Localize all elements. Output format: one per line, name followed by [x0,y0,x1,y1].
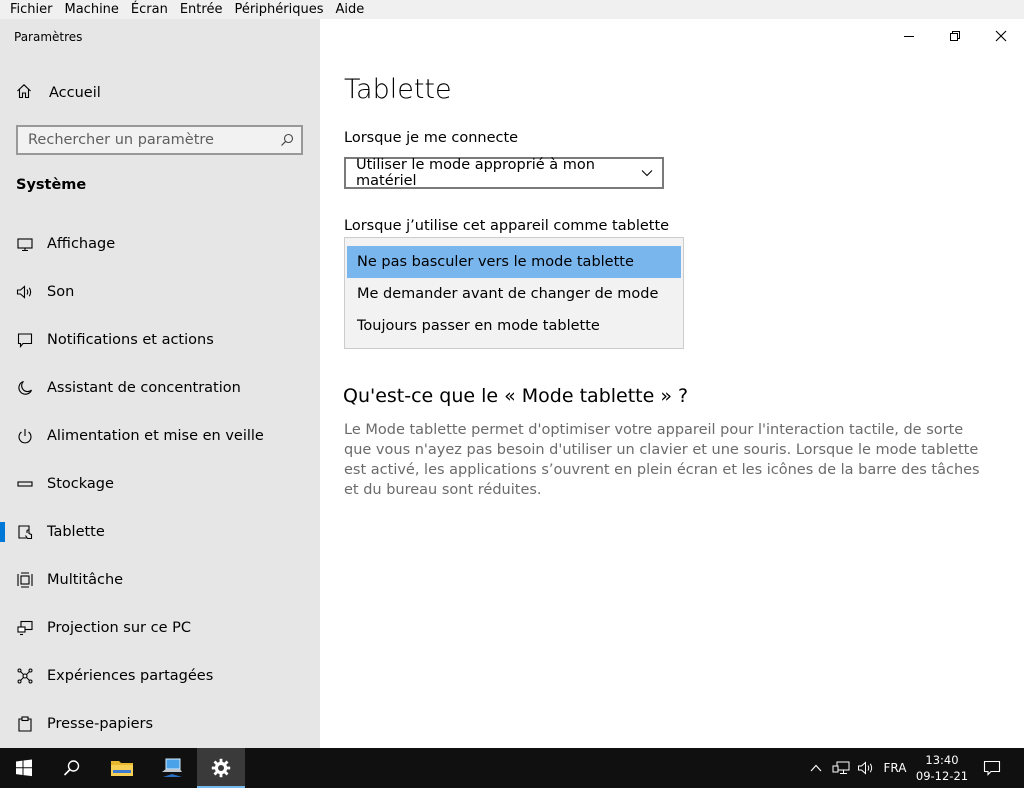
monitor-icon [16,235,34,253]
app-title: Paramètres [14,30,83,44]
settings-nav: Affichage Son Notifications et actions A… [0,220,320,748]
close-button[interactable] [978,19,1024,53]
sidebar-item-alimentation[interactable]: Alimentation et mise en veille [0,412,320,460]
signin-mode-value: Utiliser le mode approprié à mon matérie… [356,157,595,189]
sidebar-item-label: Projection sur ce PC [47,620,191,636]
page-title: Tablette [344,74,452,105]
clock-time: 13:40 [925,753,959,767]
sidebar-item-label: Affichage [47,236,116,252]
tray-overflow-button[interactable] [806,748,826,788]
sidebar-item-label: Notifications et actions [47,332,214,348]
sidebar-item-label: Assistant de concentration [47,380,241,396]
settings-taskbar-button[interactable] [197,748,245,788]
volume-button[interactable] [855,748,877,788]
nav-home[interactable]: Accueil [16,82,101,104]
clock[interactable]: 13:40 09-12-21 [914,748,970,788]
sidebar-item-tablette[interactable]: Tablette [0,508,320,556]
signin-mode-select[interactable]: Utiliser le mode approprié à mon matérie… [344,157,664,189]
speaker-icon [16,283,34,301]
home-icon [16,83,32,103]
menu-entree[interactable]: Entrée [174,0,229,19]
search-button[interactable] [48,748,96,788]
power-icon [16,427,34,445]
remote-app-button[interactable] [148,748,196,788]
network-icon [832,761,850,774]
moon-icon [16,379,34,397]
chevron-down-icon [632,169,662,177]
shared-icon [16,667,34,685]
close-icon [995,30,1007,42]
action-center-button[interactable] [980,748,1004,788]
tablet-mode-label: Lorsque j’utilise cet appareil comme tab… [344,218,670,234]
windows-icon [16,759,32,777]
info-body: Le Mode tablette permet d'optimiser votr… [344,422,980,498]
network-button[interactable] [830,748,852,788]
clock-date: 09-12-21 [915,769,969,783]
notification-icon [16,331,34,349]
volume-icon [858,761,873,775]
sidebar-item-affichage[interactable]: Affichage [0,220,320,268]
minimize-icon [904,36,914,37]
search-icon[interactable] [273,133,301,147]
gear-icon [211,758,231,778]
projection-icon [16,619,34,637]
sidebar-item-label: Tablette [47,524,105,540]
info-title: Qu'est-ce que le « Mode tablette » ? [343,385,689,407]
nav-home-label: Accueil [49,85,101,101]
sidebar-item-concentration[interactable]: Assistant de concentration [0,364,320,412]
settings-sidebar: Paramètres Accueil Rechercher un paramèt… [0,19,320,748]
sidebar-item-projection[interactable]: Projection sur ce PC [0,604,320,652]
window-controls [886,19,1024,53]
start-button[interactable] [0,748,48,788]
language-indicator[interactable]: FRA [882,748,908,788]
sidebar-item-label: Son [47,284,75,300]
signin-label: Lorsque je me connecte [344,130,519,146]
menu-fichier[interactable]: Fichier [4,0,59,19]
file-explorer-button[interactable] [98,748,146,788]
search-icon [63,760,80,776]
sidebar-item-label: Expériences partagées [47,668,214,684]
restore-icon [950,31,960,41]
section-title: Système [16,177,87,193]
clipboard-icon [16,715,34,733]
tablet-mode-dropdown: Ne pas basculer vers le mode tablette Me… [344,237,684,349]
laptop-icon [162,758,182,777]
storage-icon [16,475,34,493]
search-input[interactable]: Rechercher un paramètre [16,125,303,155]
menu-aide[interactable]: Aide [330,0,371,19]
tablet-icon [16,523,34,541]
sidebar-item-presse-papiers[interactable]: Presse-papiers [0,700,320,748]
sidebar-item-label: Multitâche [47,572,124,588]
menu-peripheriques[interactable]: Périphériques [228,0,329,19]
vm-menubar: Fichier Machine Écran Entrée Périphériqu… [0,0,1024,19]
folder-icon [111,761,133,776]
notification-icon [983,760,1001,776]
multitask-icon [16,571,34,589]
sidebar-item-notifications[interactable]: Notifications et actions [0,316,320,364]
menu-ecran[interactable]: Écran [125,0,174,19]
dropdown-option[interactable]: Toujours passer en mode tablette [347,310,681,342]
restore-button[interactable] [932,19,978,53]
sidebar-item-experiences[interactable]: Expériences partagées [0,652,320,700]
sidebar-item-son[interactable]: Son [0,268,320,316]
dropdown-option[interactable]: Me demander avant de changer de mode [347,278,681,310]
dropdown-option[interactable]: Ne pas basculer vers le mode tablette [347,246,681,278]
sidebar-item-multitache[interactable]: Multitâche [0,556,320,604]
sidebar-item-label: Presse-papiers [47,716,154,732]
chevron-up-icon [810,764,822,772]
taskbar: FRA 13:40 09-12-21 [0,748,1024,788]
search-placeholder: Rechercher un paramètre [28,132,214,148]
sidebar-item-label: Stockage [47,476,114,492]
minimize-button[interactable] [886,19,932,53]
menu-machine[interactable]: Machine [59,0,125,19]
sidebar-item-label: Alimentation et mise en veille [47,428,264,444]
sidebar-item-stockage[interactable]: Stockage [0,460,320,508]
